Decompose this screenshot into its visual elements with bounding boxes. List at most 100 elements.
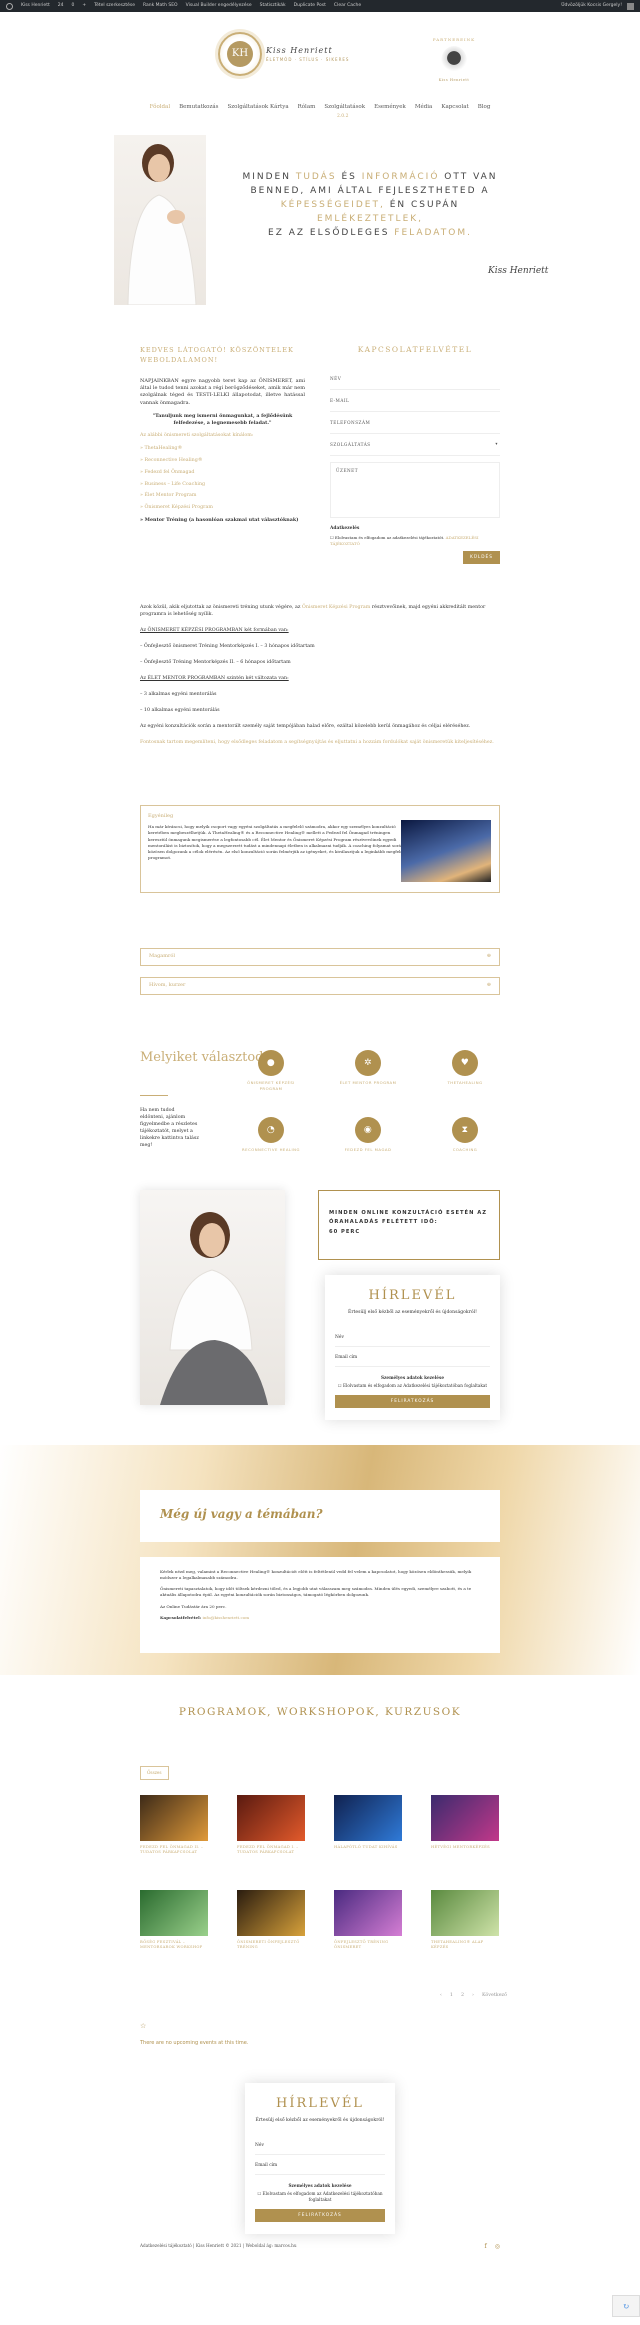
portrait-illustration [160,1212,268,1405]
nav-item[interactable]: Blog [478,104,491,112]
program-paragraph: Azok közül, akik eljutottak az önismeret… [140,605,500,619]
program-card[interactable]: Fedezd fel önmagad I. – Tudatos párkapcs… [237,1795,305,1855]
subscribe-button[interactable]: FELIRATKOZÁS [335,1394,490,1408]
consent-checkbox[interactable]: ☐ Elolvastam és elfogadom az Adatkezelés… [335,1383,490,1389]
site-logo[interactable]: KH Kiss Henriett ÉLETMÓD · STÍLUS · SIKE… [218,32,349,76]
program-thumbnail[interactable] [237,1890,305,1936]
program-card[interactable]: Önismereti önfejlesztő tréning [237,1890,305,1950]
service-link[interactable]: » Önismeret Képzési Program [140,505,305,512]
nav-sub-label: 2.0.2 [337,114,349,119]
name-input[interactable]: Név [335,1327,490,1347]
avatar[interactable] [627,2,634,10]
service-card[interactable]: ● ÖNISMERET KÉPZÉSI PROGRAM [236,1050,306,1091]
accordion-item[interactable]: Magamról ⊕ [140,948,500,966]
program-link[interactable]: Önismeret Képzési Program [302,605,370,610]
admin-greeting[interactable]: Üdvözöljük Kocsis Gergely! [561,3,622,10]
program-thumbnail[interactable] [140,1795,208,1841]
next-page-link[interactable]: Következő [482,1993,507,2000]
service-link[interactable]: » Mentor Tréning (a hasonlóan szakmai ut… [140,517,305,524]
nav-item[interactable]: Szolgáltatások [324,104,365,112]
service-link[interactable]: » Reconnective Healing® [140,458,305,465]
name-input[interactable]: Név [255,2135,385,2155]
next-page-button[interactable]: › [472,1993,474,2000]
program-title[interactable]: Fedezd fel önmagad II. – Tudatos párkapc… [140,1845,208,1855]
service-card[interactable]: ✲ ÉLET MENTOR PROGRAM [333,1050,403,1086]
hero-word: ÉS [341,172,357,182]
program-title[interactable]: Hétvégi mentorképzés [431,1845,499,1850]
program-title[interactable]: ThetaHealing® alap képzés [431,1940,499,1950]
accordion-text: Ha már kíváncsi, hogy melyik csoport vag… [148,824,407,860]
service-link[interactable]: » ThetaHealing® [140,446,305,453]
subscribe-button[interactable]: FELIRATKOZÁS [255,2208,385,2222]
program-thumbnail[interactable] [431,1890,499,1936]
send-button[interactable]: KÜLDÉS [463,551,500,564]
service-select[interactable]: SZOLGÁLTATÁS [330,434,500,456]
program-card[interactable]: Hétvégi mentorképzés [431,1795,499,1850]
admin-item[interactable]: Clear Cache [334,3,361,10]
admin-item[interactable]: Tétel szerkesztése [94,3,135,10]
service-link[interactable]: » Élet Mentor Program [140,493,305,500]
email-field[interactable]: E-MAIL [330,390,500,412]
privacy-title: Személyes adatok kezelése [288,2182,352,2188]
prev-page-button[interactable]: ‹ [440,1993,442,2000]
hero-line: BENNED, AMI ÁLTAL FEJLESZTHETED A [250,185,490,196]
program-card[interactable]: Bőség Fesztivál – Mentorsarok Workshop [140,1890,208,1950]
nav-item[interactable]: Események [374,104,406,112]
admin-item[interactable]: + [82,3,86,10]
partner-badge[interactable]: PARTNEREINK Kiss Henriett [424,37,484,83]
signature: Kiss Henriett [488,266,549,276]
page-link[interactable]: 2 [461,1993,464,2000]
admin-item[interactable]: Visual Builder engedélyezése [186,3,252,10]
filter-button[interactable]: Összes [140,1766,169,1781]
program-card[interactable]: Hálapótló Tudat Kihívás [334,1795,402,1850]
admin-item[interactable]: Kiss Henriett [21,3,50,10]
nav-item[interactable]: Bemutatkozás [179,104,218,112]
consent-checkbox[interactable]: ☐ Elolvastam és elfogadom az Adatkezelés… [255,2191,385,2203]
nav-item[interactable]: Rólam [298,104,316,112]
instagram-icon[interactable]: ◎ [495,2243,500,2252]
wordpress-icon[interactable] [6,2,13,10]
service-card[interactable]: ◔ RECONNECTIVE HEALING [236,1117,306,1153]
name-field[interactable]: NÉV [330,368,500,390]
service-card[interactable]: ◉ FEDEZD FEL MAGAD [333,1117,403,1153]
email-input[interactable]: Email cím [335,1347,490,1367]
program-card[interactable]: Önfejlesztő tréning önismeret [334,1890,402,1950]
program-title[interactable]: Önfejlesztő tréning önismeret [334,1940,402,1950]
nav-item[interactable]: Kapcsolat [441,104,468,112]
program-title[interactable]: Önismereti önfejlesztő tréning [237,1940,305,1950]
program-thumbnail[interactable] [431,1795,499,1841]
phone-field[interactable]: TELEFONSZÁM [330,412,500,434]
program-title[interactable]: Bőség Fesztivál – Mentorsarok Workshop [140,1940,208,1950]
program-thumbnail[interactable] [334,1795,402,1841]
admin-item[interactable]: Rank Math SEO [143,3,178,10]
admin-item[interactable]: Duplicate Post [294,3,326,10]
email-input[interactable]: Email cím [255,2155,385,2175]
consent-checkbox[interactable]: ☐ [330,535,334,540]
program-thumbnail[interactable] [140,1890,208,1936]
program-item: – 10 alkalmas egyéni mentorálás [140,707,220,713]
admin-item[interactable]: 0 [71,3,74,10]
page-link[interactable]: 1 [450,1993,453,2000]
program-item: – Önfejlesztő önismeret Tréning Mentorké… [140,643,315,649]
facebook-icon[interactable]: f [485,2243,487,2252]
program-title[interactable]: Hálapótló Tudat Kihívás [334,1845,402,1850]
admin-item[interactable]: 24 [58,3,64,10]
service-card[interactable]: ♥ THETAHEALING [430,1050,500,1086]
program-title[interactable]: Fedezd fel önmagad I. – Tudatos párkapcs… [237,1845,305,1855]
program-thumbnail[interactable] [237,1795,305,1841]
nav-item[interactable]: Média [415,104,432,112]
nav-item[interactable]: Szolgáltatások Kártya [228,104,289,112]
admin-item[interactable]: Statisztikák [260,3,286,10]
program-thumbnail[interactable] [334,1890,402,1936]
service-card[interactable]: ⧗ COACHING [430,1117,500,1153]
email-link[interactable]: info@kisshenriett.com [202,1615,249,1620]
message-field[interactable]: ÜZENET [330,461,500,518]
service-link[interactable]: » Business – Life Coaching [140,482,305,489]
accordion-item[interactable]: Hívom, kurzer ⊕ [140,977,500,995]
hero-word: MINDEN [242,172,291,182]
program-card[interactable]: Fedezd fel önmagad II. – Tudatos párkapc… [140,1795,208,1855]
service-link[interactable]: » Fedezd fel Önmagad [140,470,305,477]
program-card[interactable]: ThetaHealing® alap képzés [431,1890,499,1950]
nav-item[interactable]: Főoldal [150,104,170,112]
recaptcha-badge[interactable]: ↻ [612,2295,640,2317]
